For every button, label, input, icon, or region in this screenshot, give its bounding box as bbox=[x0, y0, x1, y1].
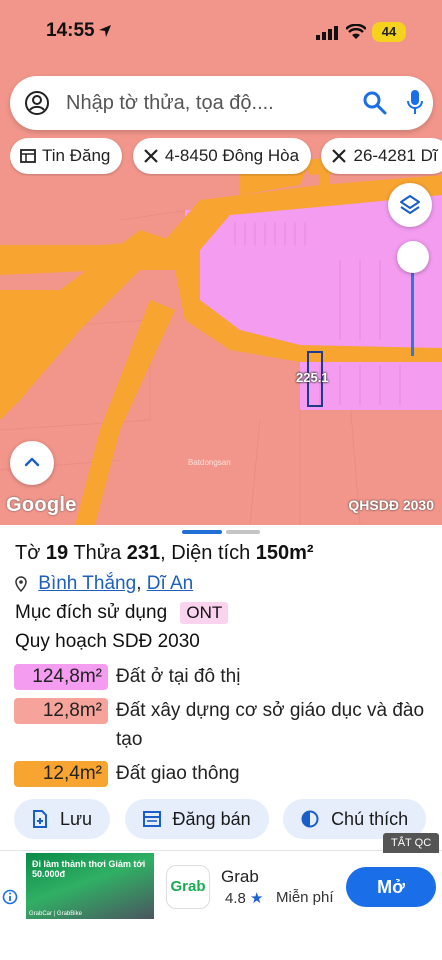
chip-label: 26-4281 Dĩ bbox=[353, 146, 438, 165]
purpose-label: Mục đích sử dụng bbox=[15, 602, 168, 623]
ad-info-icon[interactable] bbox=[2, 889, 18, 905]
google-logo: Google bbox=[6, 494, 77, 516]
ad-promo-text: Đi làm thảnh thơi Giảm tới 50.000đ bbox=[32, 859, 146, 879]
wifi-icon bbox=[346, 24, 366, 39]
signal-icon bbox=[316, 26, 338, 40]
post-listing-label: Đăng bán bbox=[172, 808, 251, 829]
app-rating: 4.8 ★ bbox=[225, 889, 263, 907]
account-icon[interactable] bbox=[24, 90, 50, 116]
table-icon bbox=[20, 149, 36, 163]
rating-value: 4.8 bbox=[225, 890, 246, 907]
chip-label: 4-8450 Đông Hòa bbox=[164, 146, 300, 165]
listing-icon bbox=[142, 811, 161, 827]
search-icon[interactable] bbox=[362, 90, 388, 116]
plan-label: Quy hoạch SDĐ 2030 bbox=[15, 631, 200, 652]
zone-description: Đất giao thông bbox=[116, 763, 240, 784]
parcel-title: Tờ 19 Thửa 231, Diện tích 150m² bbox=[15, 542, 314, 564]
chevron-up-icon bbox=[24, 457, 40, 467]
microphone-icon[interactable] bbox=[406, 89, 424, 117]
action-buttons: Lưu Đăng bán Chú thích bbox=[14, 799, 442, 841]
zone-row-education: 12,8m² Đất xây dựng cơ sở giáo dục và đào… bbox=[14, 698, 426, 754]
tools-icon bbox=[332, 149, 347, 163]
zone-area-amount: 12,8m² bbox=[14, 698, 108, 724]
search-input[interactable] bbox=[66, 86, 346, 120]
app-name: Grab bbox=[221, 867, 259, 886]
plot-word: Thửa bbox=[73, 542, 122, 564]
zone-row-residential: 124,8m² Đất ở tại đô thị bbox=[14, 664, 426, 691]
status-time: 14:55 bbox=[46, 20, 95, 41]
save-label: Lưu bbox=[60, 808, 93, 829]
parcel-info-sheet: Tờ 19 Thửa 231, Diện tích 150m² Bình Thắ… bbox=[0, 525, 442, 850]
planning-layer-tag: QHSDĐ 2030 bbox=[348, 497, 434, 513]
filter-chips: Tin Đăng 4-8450 Đông Hòa 26-4281 Dĩ bbox=[10, 138, 442, 176]
post-listing-button[interactable]: Đăng bán bbox=[124, 799, 269, 839]
map-watermark: Batdongsan bbox=[188, 458, 231, 467]
legend-icon bbox=[301, 810, 319, 828]
tools-icon bbox=[144, 149, 158, 163]
chip-listings[interactable]: Tin Đăng bbox=[10, 138, 123, 174]
chip-project-di-an[interactable]: 26-4281 Dĩ bbox=[321, 138, 442, 174]
city-link[interactable]: Dĩ An bbox=[147, 573, 193, 594]
legend-label: Chú thích bbox=[331, 808, 409, 829]
title-prefix: Tờ bbox=[15, 542, 41, 564]
ad-promo-footer: GrabCar | GrabBike bbox=[29, 911, 82, 917]
ad-promo-image[interactable]: Đi làm thảnh thơi Giảm tới 50.000đ GrabC… bbox=[26, 853, 154, 919]
collapse-toggle-button[interactable] bbox=[10, 441, 54, 485]
app-logo: Grab bbox=[166, 865, 210, 909]
opacity-slider-handle[interactable] bbox=[397, 241, 429, 273]
zone-area-amount: 12,4m² bbox=[14, 761, 108, 787]
parcel-area: 150m² bbox=[255, 542, 314, 564]
area-word: Diện tích bbox=[171, 542, 251, 564]
plot-number-label: 225.1 bbox=[296, 370, 329, 385]
location-arrow-icon bbox=[99, 25, 111, 37]
location-pin-icon bbox=[15, 576, 27, 592]
save-button[interactable]: Lưu bbox=[14, 799, 111, 839]
map-layers-button[interactable] bbox=[388, 183, 432, 227]
layers-icon bbox=[400, 195, 420, 214]
sheet-page-indicator-active[interactable] bbox=[182, 530, 222, 534]
sheet-number: 19 bbox=[45, 542, 69, 564]
chip-label: Tin Đăng bbox=[42, 146, 111, 165]
zone-description: Đất ở tại đô thị bbox=[116, 666, 241, 687]
status-bar: 14:55 44 bbox=[0, 0, 442, 64]
sheet-page-indicator[interactable] bbox=[226, 530, 260, 534]
open-app-button[interactable]: Mở bbox=[346, 867, 436, 907]
save-icon bbox=[33, 810, 47, 828]
battery-indicator: 44 bbox=[372, 22, 406, 42]
purpose-code-badge: ONT bbox=[180, 602, 229, 624]
ward-link[interactable]: Bình Thắng bbox=[38, 573, 136, 594]
ad-banner[interactable]: TẮT QC Đi làm thảnh thơi Giảm tới 50.000… bbox=[0, 833, 442, 960]
parcel-address: Bình Thắng, Dĩ An bbox=[15, 573, 193, 595]
chip-project-dong-hoa[interactable]: 4-8450 Đông Hòa bbox=[132, 138, 312, 174]
search-bar[interactable] bbox=[10, 76, 433, 130]
zone-area-amount: 124,8m² bbox=[14, 664, 108, 690]
plot-number: 231 bbox=[126, 542, 161, 564]
land-use-purpose: Mục đích sử dụng ONT bbox=[15, 602, 229, 624]
close-ad-button[interactable]: TẮT QC bbox=[383, 833, 440, 853]
star-icon: ★ bbox=[250, 890, 264, 907]
zone-description: Đất xây dựng cơ sở giáo dục và đào tạo bbox=[116, 700, 425, 750]
zone-row-traffic: 12,4m² Đất giao thông bbox=[14, 761, 426, 788]
app-price: Miễn phí bbox=[276, 889, 334, 906]
